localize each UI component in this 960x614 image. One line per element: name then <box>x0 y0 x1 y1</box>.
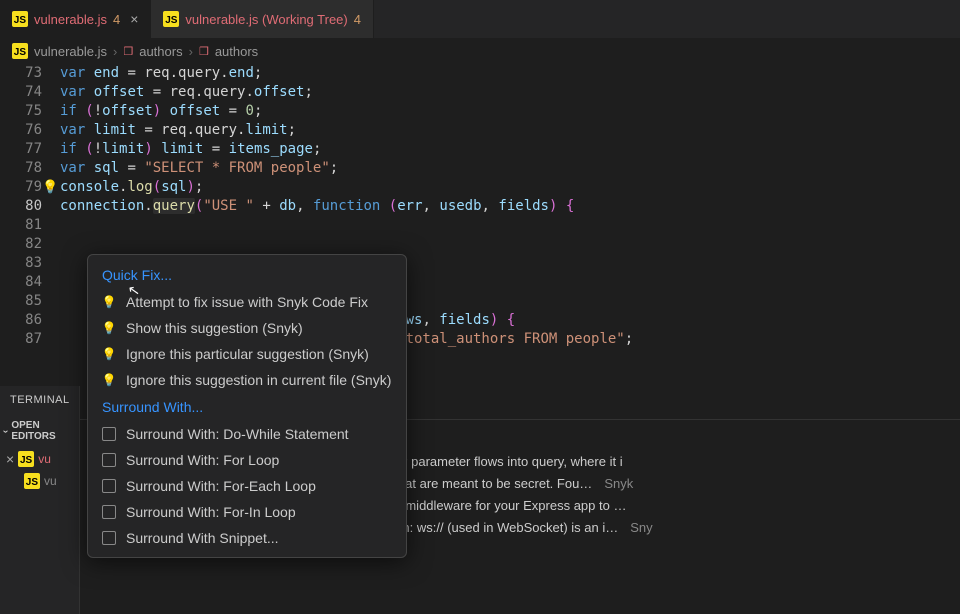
tab-bar: JS vulnerable.js 4 × JS vulnerable.js (W… <box>0 0 960 38</box>
menu-item-label: Surround With: For-In Loop <box>126 504 296 520</box>
lightbulb-icon: 💡 <box>102 373 116 387</box>
checkbox-icon <box>102 505 116 519</box>
close-icon[interactable]: × <box>6 451 14 467</box>
editor-tab[interactable]: JS vulnerable.js 4 × <box>0 0 151 38</box>
chevron-down-icon: › <box>0 429 11 432</box>
problem-source: Sny <box>630 520 652 535</box>
menu-section-header: Surround With... <box>88 393 406 421</box>
lightbulb-icon: 💡 <box>102 347 116 361</box>
open-editors-section[interactable]: › OPEN EDITORS <box>0 414 79 448</box>
surround-item[interactable]: Surround With: For Loop <box>88 447 406 473</box>
breadcrumb-symbol: authors <box>215 44 258 59</box>
tab-name: vulnerable.js (Working Tree) <box>185 12 347 27</box>
js-file-icon: JS <box>12 11 28 27</box>
quick-fix-menu: Quick Fix... 💡Attempt to fix issue with … <box>87 254 407 558</box>
menu-item-label: Surround With: Do-While Statement <box>126 426 349 442</box>
surround-item[interactable]: Surround With: For-Each Loop <box>88 473 406 499</box>
quickfix-item[interactable]: 💡 Ignore this particular suggestion (Snyk… <box>88 341 406 367</box>
symbol-icon: ❒ <box>123 45 133 58</box>
js-file-icon: JS <box>18 451 34 467</box>
section-label: OPEN EDITORS <box>11 420 75 442</box>
tab-name: vulnerable.js <box>34 12 107 27</box>
checkbox-icon <box>102 427 116 441</box>
checkbox-icon <box>102 531 116 545</box>
chevron-right-icon: › <box>113 44 117 59</box>
file-name: vu <box>44 474 57 488</box>
breadcrumb[interactable]: JS vulnerable.js › ❒ authors › ❒ authors <box>0 38 960 64</box>
menu-item-label: Surround With Snippet... <box>126 530 279 546</box>
js-file-icon: JS <box>12 43 28 59</box>
js-file-icon: JS <box>24 473 40 489</box>
quickfix-item[interactable]: 💡 Show this suggestion (Snyk) <box>88 315 406 341</box>
breadcrumb-file: vulnerable.js <box>34 44 107 59</box>
line-gutter: 737475767778798081828384858687 <box>0 64 60 384</box>
tab-modified-badge: 4 <box>113 12 120 27</box>
surround-item[interactable]: Surround With Snippet... <box>88 525 406 551</box>
open-editor-item[interactable]: ×JS vu <box>0 448 79 470</box>
menu-item-label: Ignore this suggestion in current file (… <box>126 372 391 388</box>
menu-item-label: Surround With: For-Each Loop <box>126 478 316 494</box>
menu-item-label: Show this suggestion (Snyk) <box>126 320 303 336</box>
editor-tab[interactable]: JS vulnerable.js (Working Tree) 4 <box>151 0 374 38</box>
chevron-right-icon: › <box>189 44 193 59</box>
close-icon[interactable]: × <box>130 11 138 27</box>
surround-item[interactable]: Surround With: Do-While Statement <box>88 421 406 447</box>
lightbulb-icon: 💡 <box>102 295 116 309</box>
menu-item-label: Ignore this particular suggestion (Snyk) <box>126 346 369 362</box>
menu-item-label: Attempt to fix issue with Snyk Code Fix <box>126 294 368 310</box>
checkbox-icon <box>102 453 116 467</box>
js-file-icon: JS <box>163 11 179 27</box>
menu-item-label: Surround With: For Loop <box>126 452 279 468</box>
open-editor-item[interactable]: JS vu <box>0 470 79 492</box>
problem-source: Snyk <box>604 476 633 491</box>
quickfix-item[interactable]: 💡 Ignore this suggestion in current file … <box>88 367 406 393</box>
breadcrumb-symbol: authors <box>139 44 182 59</box>
symbol-icon: ❒ <box>199 45 209 58</box>
file-name: vu <box>38 452 51 466</box>
surround-item[interactable]: Surround With: For-In Loop <box>88 499 406 525</box>
explorer-panel: TERMINAL › OPEN EDITORS ×JSvuJSvu <box>0 386 80 614</box>
tab-modified-badge: 4 <box>354 12 361 27</box>
panel-tab-terminal[interactable]: TERMINAL <box>0 386 79 414</box>
lightbulb-icon: 💡 <box>102 321 116 335</box>
lightbulb-icon[interactable]: 💡 <box>42 178 58 197</box>
checkbox-icon <box>102 479 116 493</box>
